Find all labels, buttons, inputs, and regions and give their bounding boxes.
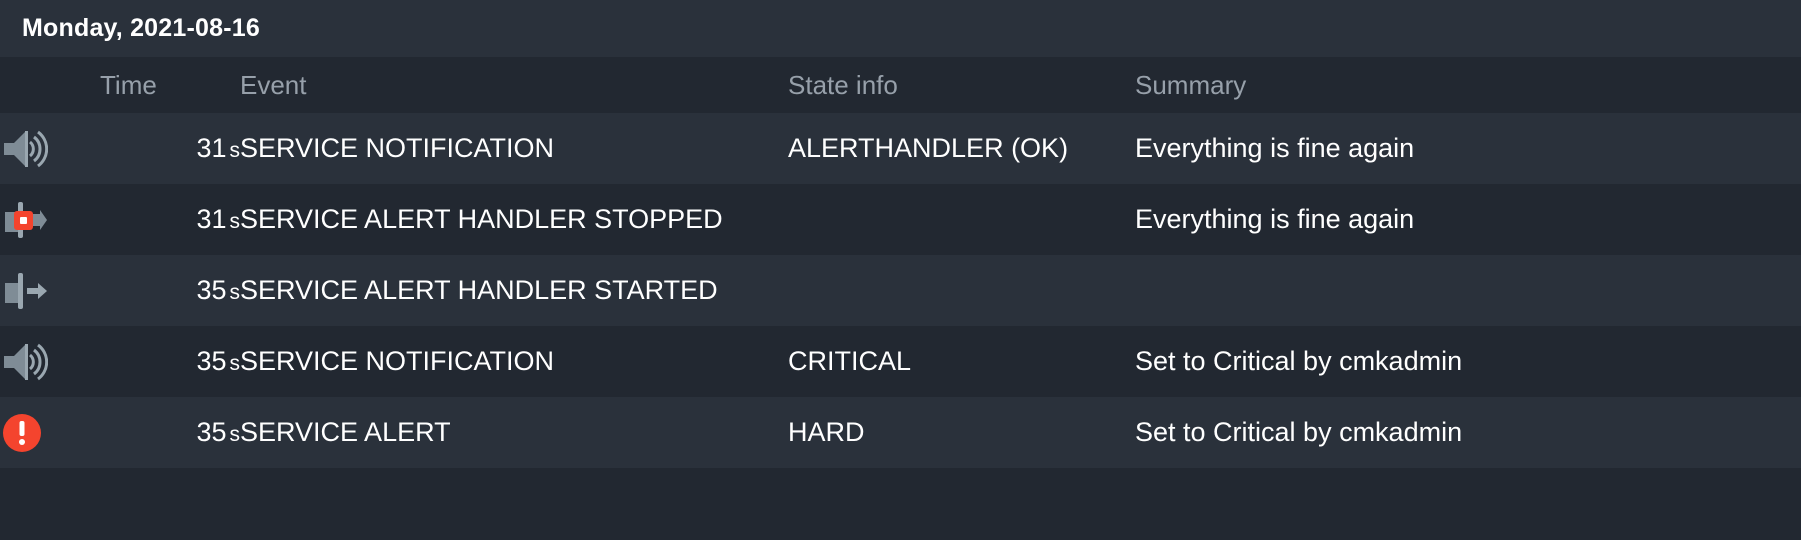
cell-time: 31 s (100, 113, 240, 184)
cell-event: SERVICE ALERT HANDLER STOPPED (240, 204, 723, 234)
row-icon-cell (0, 184, 100, 255)
time-value: 35 (196, 417, 227, 447)
speaker-notification-icon (0, 127, 48, 171)
date-header-label: Monday, 2021-08-16 (22, 14, 260, 42)
row-icon-cell (0, 326, 100, 397)
time-unit: s (229, 281, 241, 304)
cell-time: 35 s (100, 255, 240, 326)
cell-state-info (788, 255, 1135, 326)
cell-summary (1135, 255, 1801, 326)
table-row[interactable]: 35 s SERVICE NOTIFICATION CRITICAL Set to Cr… (0, 326, 1801, 397)
cell-time: 35 s (100, 326, 240, 397)
cell-state-info (788, 184, 1135, 255)
time-unit: s (229, 423, 241, 446)
table-header-row: Time Event State info Summary (0, 57, 1801, 113)
cell-summary: Everything is fine again (1135, 204, 1415, 234)
row-icon-cell (0, 113, 100, 184)
time-unit: s (229, 139, 241, 162)
cell-summary: Set to Critical by cmkadmin (1135, 417, 1463, 447)
table-row[interactable]: 35 s SERVICE ALERT HANDLER STARTED (0, 255, 1801, 326)
time-value: 31 (196, 133, 227, 163)
cell-summary: Set to Critical by cmkadmin (1135, 346, 1463, 376)
alert-handler-stopped-icon (0, 198, 48, 242)
column-header-time[interactable]: Time (100, 57, 240, 113)
row-icon-cell (0, 255, 100, 326)
table-row[interactable]: 31 s SERVICE NOTIFICATION ALERTHANDLER (OK)… (0, 113, 1801, 184)
speaker-notification-icon (0, 340, 48, 384)
cell-event: SERVICE ALERT (240, 417, 451, 447)
cell-summary: Everything is fine again (1135, 133, 1415, 163)
time-value: 35 (196, 346, 227, 376)
time-value: 35 (196, 275, 227, 305)
cell-time: 31 s (100, 184, 240, 255)
cell-time: 35 s (100, 397, 240, 468)
column-header-icon (0, 57, 100, 113)
table-row[interactable]: 31 s SERVICE ALERT HANDLER STOPPED Everythi… (0, 184, 1801, 255)
column-header-summary[interactable]: Summary (1135, 57, 1801, 113)
event-log-panel: Monday, 2021-08-16 Time Event State info… (0, 0, 1801, 540)
row-icon-cell (0, 397, 100, 468)
cell-event: SERVICE ALERT HANDLER STARTED (240, 275, 718, 305)
cell-state-info: ALERTHANDLER (OK) (788, 133, 1069, 163)
column-header-event[interactable]: Event (240, 57, 788, 113)
cell-state-info: HARD (788, 417, 865, 447)
event-log-table: Time Event State info Summary 31 s SERVICE… (0, 57, 1801, 468)
table-row[interactable]: 35 s SERVICE ALERT HARD Set to Critical by c… (0, 397, 1801, 468)
table-body: 31 s SERVICE NOTIFICATION ALERTHANDLER (OK)… (0, 113, 1801, 468)
column-header-state-info[interactable]: State info (788, 57, 1135, 113)
cell-event: SERVICE NOTIFICATION (240, 133, 555, 163)
time-unit: s (229, 210, 241, 233)
table-header: Time Event State info Summary (0, 57, 1801, 113)
date-header: Monday, 2021-08-16 (0, 0, 1801, 57)
service-alert-icon (0, 411, 48, 455)
time-value: 31 (196, 204, 227, 234)
cell-state-info: CRITICAL (788, 346, 912, 376)
time-unit: s (229, 352, 241, 375)
cell-event: SERVICE NOTIFICATION (240, 346, 555, 376)
alert-handler-started-icon (0, 269, 48, 313)
